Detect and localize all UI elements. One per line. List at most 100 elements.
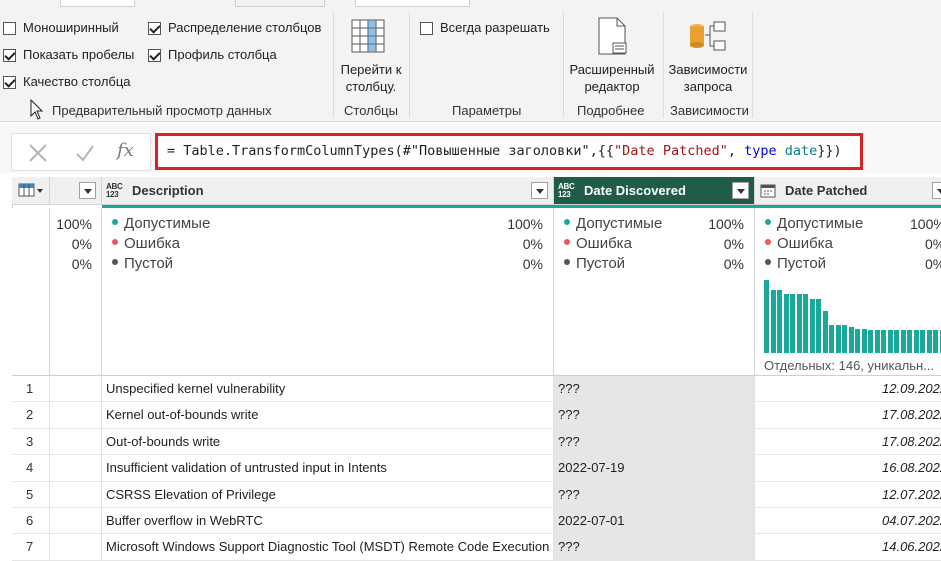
row-number[interactable]: 3 bbox=[12, 429, 50, 455]
distribution-bar[interactable] bbox=[901, 330, 906, 353]
distribution-histogram[interactable] bbox=[764, 280, 941, 353]
profile-error-pct: 0% bbox=[47, 234, 92, 254]
go-to-column-button[interactable]: Перейти к столбцу. bbox=[336, 61, 406, 95]
distribution-bar[interactable] bbox=[823, 311, 828, 353]
distribution-bar[interactable] bbox=[894, 330, 899, 353]
formula-input[interactable]: = Table.TransformColumnTypes(#"Повышенны… bbox=[155, 133, 863, 170]
table-cell-date-patched[interactable]: 14.06.2022 bbox=[755, 534, 941, 560]
table-cell-date-discovered[interactable]: 2022-07-19 bbox=[554, 455, 755, 481]
table-cell-description[interactable]: CSRSS Elevation of Privilege bbox=[102, 482, 554, 508]
table-cell[interactable] bbox=[50, 534, 102, 560]
table-cell-description[interactable]: Insufficient validation of untrusted inp… bbox=[102, 455, 554, 481]
table-cell-description[interactable]: Buffer overflow in WebRTC bbox=[102, 508, 554, 534]
distribution-bar[interactable] bbox=[849, 327, 854, 353]
table-cell-date-patched[interactable]: 12.09.2022 bbox=[755, 376, 941, 402]
distribution-bar[interactable] bbox=[771, 290, 776, 354]
table-cell-date-discovered[interactable]: ??? bbox=[554, 376, 755, 402]
table-cell-date-patched[interactable]: 17.08.2022 bbox=[755, 429, 941, 455]
row-number[interactable]: 7 bbox=[12, 534, 50, 560]
table-cell-date-patched[interactable]: 17.08.2022 bbox=[755, 402, 941, 428]
table-cell-description[interactable]: Unspecified kernel vulnerability bbox=[102, 376, 554, 402]
table-cell[interactable] bbox=[50, 402, 102, 428]
table-cell-date-discovered[interactable]: ??? bbox=[554, 534, 755, 560]
group-label-dependencies: Зависимости bbox=[670, 103, 749, 118]
distribution-bar[interactable] bbox=[927, 330, 932, 353]
distribution-bar[interactable] bbox=[803, 294, 808, 353]
distribution-bar[interactable] bbox=[777, 290, 782, 354]
distribution-bar[interactable] bbox=[836, 325, 841, 353]
row-number[interactable]: 4 bbox=[12, 455, 50, 481]
column-dropdown[interactable] bbox=[732, 182, 749, 199]
column-dropdown[interactable] bbox=[79, 182, 96, 199]
table-cell-description[interactable]: Microsoft Windows Support Diagnostic Too… bbox=[102, 534, 554, 560]
profile-date-patched: Допустимые Ошибка Пустой 100% 0% 0% Отде… bbox=[755, 208, 941, 376]
query-dependencies-button[interactable]: Зависимости запроса bbox=[666, 61, 750, 95]
distribution-bar[interactable] bbox=[842, 325, 847, 353]
distribution-bar[interactable] bbox=[875, 330, 880, 353]
table-cell[interactable] bbox=[50, 482, 102, 508]
column-name-date-patched: Date Patched bbox=[785, 183, 867, 198]
ribbon-tab-view[interactable] bbox=[235, 0, 325, 7]
column-quality-checkbox[interactable] bbox=[3, 76, 16, 89]
distribution-bar[interactable] bbox=[810, 299, 815, 353]
monospace-checkbox[interactable] bbox=[3, 22, 16, 35]
table-cell-date-patched[interactable]: 12.07.2022 bbox=[755, 482, 941, 508]
distribution-bar[interactable] bbox=[784, 294, 789, 353]
table-cell-description[interactable]: Kernel out-of-bounds write bbox=[102, 402, 554, 428]
profile-empty-pct: 0% bbox=[493, 254, 543, 274]
column-dropdown[interactable] bbox=[932, 182, 941, 199]
table-cell-date-discovered[interactable]: ??? bbox=[554, 429, 755, 455]
table-cell[interactable] bbox=[50, 455, 102, 481]
profile-valid-pct: 100% bbox=[694, 214, 744, 234]
distribution-bar[interactable] bbox=[881, 330, 886, 353]
fx-icon[interactable]: fx bbox=[117, 140, 134, 161]
table-cell-date-discovered[interactable]: 2022-07-01 bbox=[554, 508, 755, 534]
table-cell[interactable] bbox=[50, 376, 102, 402]
table-cell-date-patched[interactable]: 16.08.2022 bbox=[755, 455, 941, 481]
always-allow-checkbox[interactable] bbox=[420, 22, 433, 35]
distribution-bar[interactable] bbox=[888, 330, 893, 353]
show-whitespace-checkbox[interactable] bbox=[3, 49, 16, 62]
row-number[interactable]: 2 bbox=[12, 402, 50, 428]
table-menu-header[interactable] bbox=[12, 177, 50, 205]
distribution-bar[interactable] bbox=[816, 299, 821, 353]
column-dropdown[interactable] bbox=[531, 182, 548, 199]
row-number[interactable]: 1 bbox=[12, 376, 50, 402]
ribbon-tab-fragment[interactable] bbox=[355, 0, 470, 7]
distribution-bar[interactable] bbox=[868, 330, 873, 353]
error-dot-icon bbox=[765, 239, 771, 245]
column-header-date-discovered[interactable]: ABC123 Date Discovered bbox=[554, 177, 755, 205]
column-header-description[interactable]: ABC123 Description bbox=[102, 177, 554, 205]
show-whitespace-label: Показать пробелы bbox=[23, 47, 134, 63]
confirm-check-icon[interactable] bbox=[75, 143, 95, 163]
table-cell[interactable] bbox=[50, 508, 102, 534]
ribbon-tab-fragment[interactable] bbox=[60, 0, 135, 7]
distribution-bar[interactable] bbox=[914, 330, 919, 353]
distribution-bar[interactable] bbox=[764, 280, 769, 353]
table-cell-description[interactable]: Out-of-bounds write bbox=[102, 429, 554, 455]
cancel-x-icon[interactable] bbox=[28, 143, 48, 163]
column-profile-checkbox[interactable] bbox=[148, 49, 161, 62]
distribution-bar[interactable] bbox=[790, 294, 795, 353]
column-header-date-patched[interactable]: Date Patched bbox=[755, 177, 941, 205]
column-header-blank[interactable] bbox=[50, 177, 102, 205]
table-cell-date-discovered[interactable]: ??? bbox=[554, 402, 755, 428]
distribution-bar[interactable] bbox=[907, 330, 912, 353]
distribution-bar[interactable] bbox=[862, 329, 867, 353]
distribution-bar[interactable] bbox=[933, 330, 938, 353]
distribution-bar[interactable] bbox=[797, 294, 802, 353]
distribution-bar[interactable] bbox=[829, 325, 834, 353]
row-number[interactable]: 5 bbox=[12, 482, 50, 508]
valid-dot-icon bbox=[564, 219, 570, 225]
profile-label-empty: Пустой bbox=[124, 255, 173, 272]
distribution-bar[interactable] bbox=[855, 329, 860, 353]
profile-label-error: Ошибка bbox=[124, 235, 180, 252]
table-cell-date-patched[interactable]: 04.07.2022 bbox=[755, 508, 941, 534]
profile-label-valid: Допустимые bbox=[124, 215, 210, 232]
table-cell[interactable] bbox=[50, 429, 102, 455]
table-cell-date-discovered[interactable]: ??? bbox=[554, 482, 755, 508]
column-distribution-checkbox[interactable] bbox=[148, 22, 161, 35]
row-number[interactable]: 6 bbox=[12, 508, 50, 534]
advanced-editor-button[interactable]: Расширенный редактор bbox=[566, 61, 658, 95]
distribution-bar[interactable] bbox=[920, 330, 925, 353]
